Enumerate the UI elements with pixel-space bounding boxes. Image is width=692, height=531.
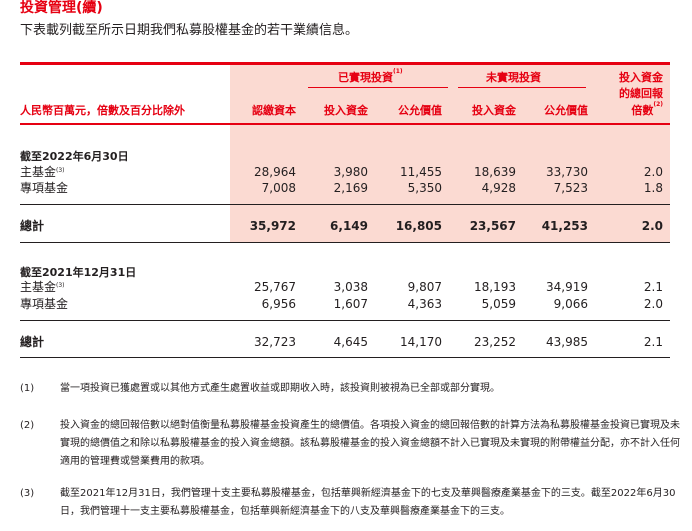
table-row: 專項基金 7,008 2,169 5,350 4,928 7,523 1.8	[20, 181, 663, 195]
header-unrealized: 未實現投資	[486, 71, 541, 84]
rule	[20, 357, 670, 358]
header-committed: 認繳資本	[252, 104, 296, 117]
rule	[20, 320, 670, 321]
unrealized-group-rule	[458, 87, 586, 88]
footnote: (2) 投入資金的總回報倍數以絕對值衡量私募股權基金投資產生的總價值。各項投入資…	[20, 420, 680, 467]
rule	[20, 204, 670, 205]
total-row: 總計 35,972 6,149 16,805 23,567 41,253 2.0	[20, 219, 663, 233]
rule	[20, 242, 670, 243]
page-subtitle: 下表載列截至所示日期我們私募股權基金的若干業績信息。	[20, 23, 359, 38]
total-row: 總計 32,723 4,645 14,170 23,252 43,985 2.1	[20, 335, 663, 349]
header-realized-fv: 公允價值	[398, 104, 442, 117]
table-row: 專項基金 6,956 1,607 4,363 5,059 9,066 2.0	[20, 297, 663, 311]
header-unrealized-invested: 投入資金	[472, 104, 516, 117]
realized-group-rule	[308, 87, 448, 88]
table-row: 主基金(3) 25,767 3,038 9,807 18,193 34,919 …	[20, 280, 663, 294]
section-heading: 截至2022年6月30日	[20, 150, 129, 163]
table-row: 主基金(3) 28,964 3,980 11,455 18,639 33,730…	[20, 165, 663, 179]
header-unit: 人民幣百萬元，倍數及百分比除外	[20, 104, 185, 117]
header-gross-moic-2: 的總回報	[619, 87, 663, 100]
header-gross-moic-3: 倍數(2)	[631, 101, 663, 117]
header-unrealized-fv: 公允價值	[544, 104, 588, 117]
section-heading: 截至2021年12月31日	[20, 266, 137, 279]
header-realized-invested: 投入資金	[324, 104, 368, 117]
page-title: 投資管理(續)	[20, 0, 103, 16]
footnote: (3) 截至2021年12月31日，我們管理十支主要私募股權基金，包括華興新經濟…	[20, 488, 676, 517]
header-realized: 已實現投資(1)	[338, 68, 403, 84]
header-gross-moic-1: 投入資金	[619, 71, 663, 84]
footnote: (1) 當一項投資已獲處置或以其他方式產生處置收益或即期收入時，該投資則被視為已…	[20, 383, 500, 394]
header-bottom-rule	[20, 123, 670, 125]
